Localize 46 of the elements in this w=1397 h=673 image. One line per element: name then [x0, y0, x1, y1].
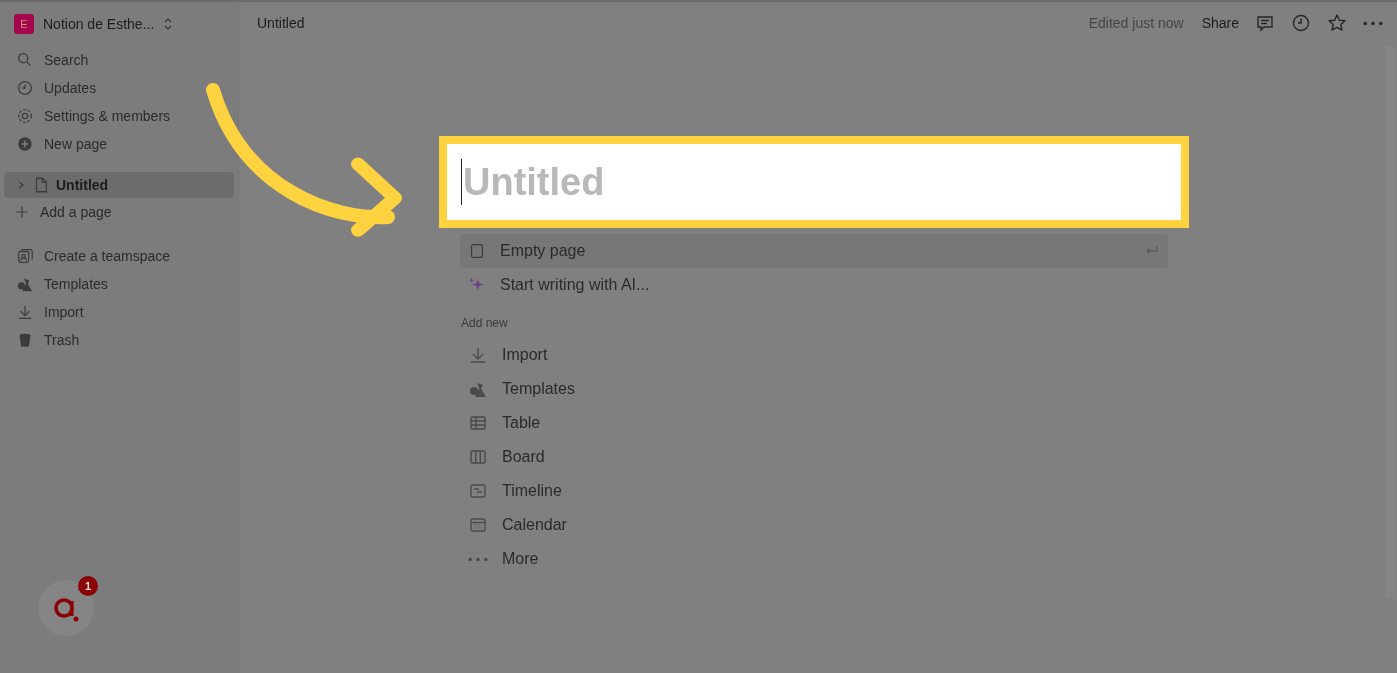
plus-circle-icon — [16, 135, 34, 153]
sidebar-item[interactable]: Trash — [4, 326, 234, 354]
add-new-option[interactable]: Board — [460, 440, 1168, 474]
sidebar-item[interactable]: Updates — [4, 74, 234, 102]
sidebar-item[interactable]: Import — [4, 298, 234, 326]
settings-icon — [16, 107, 34, 125]
download-icon — [16, 303, 34, 321]
table-icon — [468, 413, 488, 433]
plus-icon — [14, 204, 30, 220]
teamspace-icon — [16, 247, 34, 265]
add-new-option[interactable]: Templates — [460, 372, 1168, 406]
sidebar-item[interactable]: Settings & members — [4, 102, 234, 130]
board-icon — [468, 447, 488, 467]
workspace-avatar: E — [14, 14, 34, 34]
comment-icon[interactable] — [1255, 13, 1275, 33]
share-button[interactable]: Share — [1201, 15, 1239, 31]
add-new-option[interactable]: Import — [460, 338, 1168, 372]
calendar-icon — [468, 515, 488, 535]
page-item[interactable]: Untitled — [4, 172, 234, 198]
page-title-field[interactable]: Untitled — [461, 159, 605, 205]
sidebar-item[interactable]: Templates — [4, 270, 234, 298]
add-new-option[interactable]: Timeline — [460, 474, 1168, 508]
menu-option[interactable]: Empty page — [460, 234, 1168, 268]
star-icon[interactable] — [1327, 13, 1347, 33]
workspace-switcher[interactable]: E Notion de Esthe... — [4, 12, 234, 36]
page-icon — [468, 242, 486, 260]
clock-icon — [16, 79, 34, 97]
sidebar-item[interactable]: New page — [4, 130, 234, 158]
clock-icon[interactable] — [1291, 13, 1311, 33]
download-icon — [468, 345, 488, 365]
add-new-option[interactable]: More — [460, 542, 1168, 576]
sidebar-item[interactable]: Create a teamspace — [4, 242, 234, 270]
more-icon — [468, 556, 488, 562]
sidebar-item[interactable]: Search — [4, 46, 234, 74]
notification-badge: 1 — [78, 576, 98, 596]
timeline-icon — [468, 481, 488, 501]
chevron-updown-icon — [163, 17, 174, 31]
section-heading: Add new — [461, 316, 509, 330]
add-new-option[interactable]: Calendar — [460, 508, 1168, 542]
more-icon[interactable] — [1363, 20, 1383, 26]
menu-option[interactable]: Start writing with AI... — [460, 268, 1168, 302]
edit-status: Edited just now — [1088, 15, 1184, 31]
chevron-icon — [16, 180, 26, 190]
breadcrumb[interactable]: Untitled — [257, 15, 305, 31]
add-new-option[interactable]: Table — [460, 406, 1168, 440]
add-page-button[interactable]: Add a page — [4, 198, 234, 226]
